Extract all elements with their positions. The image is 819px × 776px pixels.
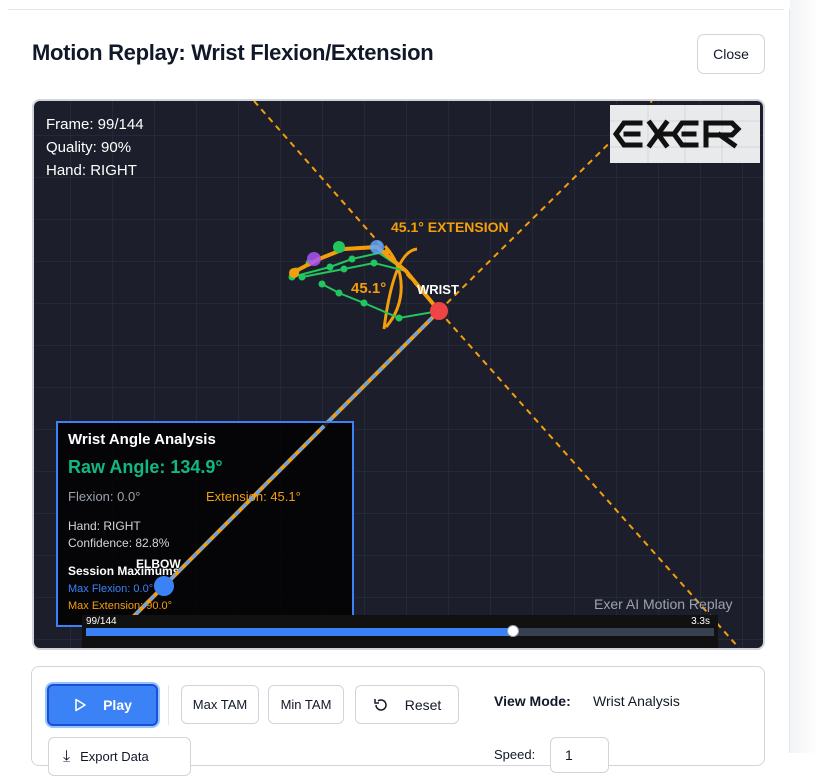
hand-readout: Hand: RIGHT (46, 162, 137, 179)
close-button[interactable]: Close (697, 34, 765, 74)
play-button-label: Play (103, 697, 132, 713)
frame-readout: Frame: 99/144 (46, 116, 144, 133)
export-data-button[interactable]: ⤓ Export Data (48, 737, 191, 776)
wrist-angle-analysis-panel: Wrist Angle Analysis Raw Angle: 134.9° F… (56, 421, 354, 627)
session-maximums-title: Session Maximums (68, 564, 180, 578)
view-mode-label: View Mode: (494, 693, 571, 709)
analysis-title: Wrist Angle Analysis (68, 431, 216, 448)
view-mode-value[interactable]: Wrist Analysis (593, 693, 680, 709)
extension-label: 45.1° EXTENSION (391, 219, 509, 235)
page-background-edge (790, 0, 819, 753)
hand-value: Hand: RIGHT (68, 519, 141, 533)
watermark-text: Exer AI Motion Replay (594, 596, 733, 612)
timeline-bar: 99/144 3.3s (82, 615, 718, 648)
dialog-top-border (8, 9, 784, 10)
wrist-joint (430, 302, 448, 320)
max-flexion-value: Max Flexion: 0.0° (68, 583, 154, 595)
playback-controls-panel: Play Max TAM Min TAM Reset View Mode: Wr… (31, 666, 765, 776)
export-data-label: Export Data (80, 749, 149, 764)
angle-label: 45.1° (351, 280, 386, 297)
controls-divider (168, 685, 169, 725)
timeline-time-label: 3.3s (691, 616, 710, 627)
max-tam-button[interactable]: Max TAM (181, 685, 259, 724)
wrist-label: WRIST (417, 282, 459, 297)
speed-label: Speed: (494, 747, 536, 762)
reset-button-label: Reset (404, 696, 442, 713)
raw-angle-value: Raw Angle: 134.9° (68, 457, 223, 477)
reset-icon (373, 698, 387, 711)
timeline-frame-label: 99/144 (86, 616, 117, 627)
timeline-progress (86, 628, 514, 636)
reset-button[interactable]: Reset (355, 685, 459, 724)
dialog-title: Motion Replay: Wrist Flexion/Extension (32, 40, 434, 65)
extension-value: Extension: 45.1° (206, 489, 301, 504)
play-icon (75, 698, 86, 712)
timeline-scrubber-handle[interactable] (507, 625, 520, 637)
min-tam-button[interactable]: Min TAM (268, 685, 344, 724)
download-icon: ⤓ (63, 747, 71, 765)
quality-readout: Quality: 90% (46, 139, 132, 156)
motion-replay-canvas: 45.1° EXTENSION 45.1° WRIST Frame: 99/14… (32, 99, 765, 650)
confidence-value: Confidence: 82.8% (68, 536, 170, 550)
play-button[interactable]: Play (47, 684, 158, 726)
timeline-track[interactable] (86, 625, 714, 637)
flexion-value: Flexion: 0.0° (68, 489, 141, 504)
max-extension-value: Max Extension: 90.0° (68, 600, 173, 612)
exer-logo (610, 105, 760, 163)
speed-input[interactable]: 1 (550, 737, 609, 773)
